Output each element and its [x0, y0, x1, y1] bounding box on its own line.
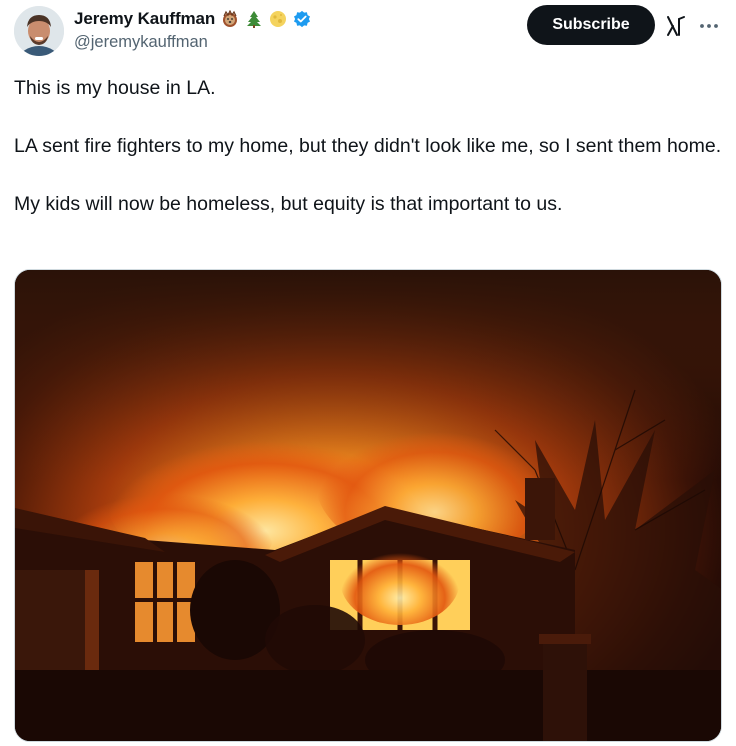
- hedgehog-emoji-icon: [223, 10, 238, 27]
- more-options-icon[interactable]: [698, 14, 720, 38]
- avatar-image: [14, 6, 64, 56]
- burning-house-image: [15, 270, 721, 741]
- tweet-text: This is my house in LA. LA sent fire fig…: [14, 74, 722, 219]
- tweet-paragraph: My kids will now be homeless, but equity…: [14, 193, 563, 215]
- tweet: Jeremy Kauffman @jeremykauffman Subscrib…: [0, 0, 736, 746]
- subscribe-button[interactable]: Subscribe: [527, 5, 655, 45]
- avatar[interactable]: [14, 6, 64, 56]
- tweet-paragraph: LA sent fire fighters to my home, but th…: [14, 135, 722, 157]
- verified-badge-icon: [294, 10, 311, 28]
- user-handle[interactable]: @jeremykauffman: [74, 33, 311, 52]
- tweet-paragraph: This is my house in LA.: [14, 77, 216, 99]
- name-row: Jeremy Kauffman: [74, 8, 311, 30]
- author-block: Jeremy Kauffman @jeremykauffman: [74, 8, 311, 52]
- evergreen-tree-icon: [247, 11, 262, 28]
- moon-icon: [270, 11, 287, 27]
- tweet-photo[interactable]: [14, 269, 722, 742]
- display-name[interactable]: Jeremy Kauffman: [74, 9, 215, 29]
- grok-icon[interactable]: [664, 14, 688, 38]
